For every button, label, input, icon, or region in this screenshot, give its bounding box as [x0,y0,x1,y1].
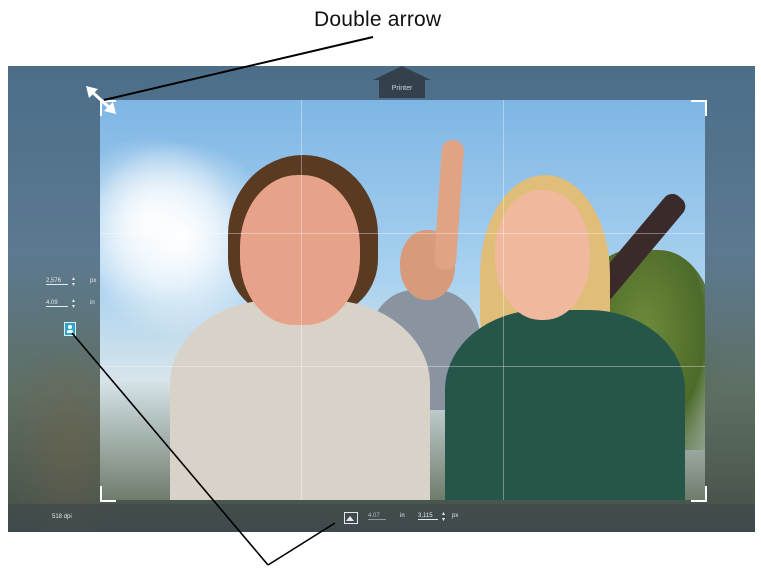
printer-tab[interactable]: Printer [373,66,431,100]
bottom-px-stepper-icon[interactable]: ▴ ▾ [442,511,445,523]
width-unit: px [90,278,97,284]
raised-arm [433,139,465,271]
height-unit: in [90,300,95,306]
side-dimension-panel: 2,576 ▴ ▾ px 4.09 ▴ ▾ in [46,276,106,336]
image-canvas: Printer 2,576 ▴ ▾ px 4.09 ▴ ▾ in 518 dpi 4… [8,66,755,532]
bottom-dimension-bar: 518 dpi 4.07 in 3,115 ▴ ▾ px [8,504,755,532]
crop-grid-line [100,233,705,234]
height-input[interactable]: 4.09 [46,300,68,307]
crop-handle-bottom-right[interactable] [691,486,707,502]
height-stepper-icon[interactable]: ▴ ▾ [72,298,78,310]
width-input[interactable]: 2,576 [46,278,68,285]
dpi-readout: 518 dpi [52,514,72,520]
bottom-px-unit: px [452,513,459,519]
landscape-icon [346,516,354,521]
printer-tab-label: Printer [391,85,413,92]
callout-caption-double-arrow: Double arrow [314,8,442,31]
crop-handle-top-right[interactable] [691,100,707,116]
height-row: 4.09 ▴ ▾ in [46,298,106,314]
crop-handle-bottom-left[interactable] [100,486,116,502]
crop-grid-line [503,100,504,500]
bottom-inch-unit: in [400,513,405,519]
crop-photo[interactable] [100,100,705,500]
printer-tab-arrow [373,66,431,80]
portrait-icon-body [67,330,73,333]
person-right-face [495,190,590,320]
crop-grid-line [100,366,705,367]
landscape-orientation-button[interactable] [344,512,358,524]
width-stepper-icon[interactable]: ▴ ▾ [72,276,78,288]
person-left-face [240,175,360,325]
portrait-orientation-button[interactable] [64,322,76,336]
bottom-px-input[interactable]: 3,115 [418,513,438,520]
bottom-inch-input[interactable]: 4.07 [368,513,386,520]
person-left-body [170,300,430,500]
width-row: 2,576 ▴ ▾ px [46,276,106,292]
portrait-icon [68,325,72,329]
crop-grid-line [301,100,302,500]
person-right-body [445,310,685,500]
crop-handle-top-left[interactable] [100,100,116,116]
